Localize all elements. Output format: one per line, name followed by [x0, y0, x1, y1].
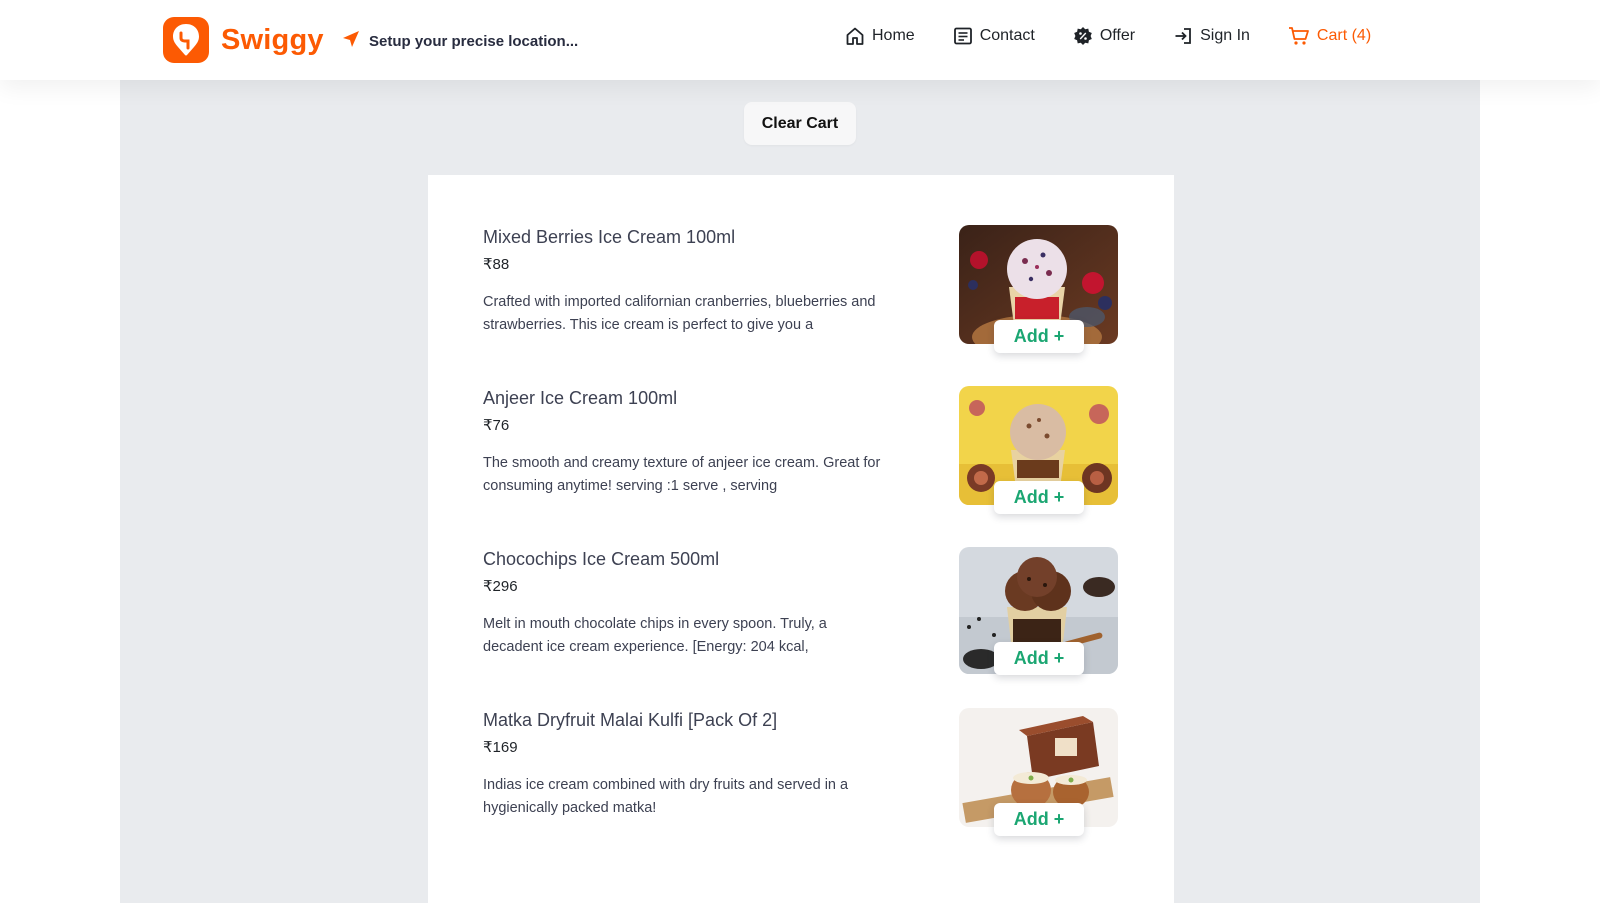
brand-logo[interactable]: Swiggy [163, 17, 324, 63]
item-name: Chocochips Ice Cream 500ml [483, 549, 720, 569]
clear-cart-button[interactable]: Clear Cart [744, 102, 856, 145]
add-button[interactable]: Add + [994, 803, 1084, 836]
home-icon [845, 26, 865, 46]
cart-item: Chocochips Ice Cream 500ml ₹296 Melt in … [428, 497, 1174, 675]
cart-item: Anjeer Ice Cream 100ml ₹76 The smooth an… [428, 336, 1174, 514]
item-name: Anjeer Ice Cream 100ml [483, 388, 678, 408]
cart-item: Mixed Berries Ice Cream 100ml ₹88 Crafte… [428, 175, 1174, 353]
nav-contact[interactable]: Contact [953, 26, 1035, 46]
nav-cart-label: Cart (4) [1316, 27, 1372, 44]
offer-icon [1073, 26, 1093, 46]
navigation-arrow-icon [342, 30, 360, 53]
item-price: ₹76 [483, 417, 510, 434]
item-description: Crafted with imported californian cranbe… [483, 294, 876, 333]
nav-offer[interactable]: Offer [1073, 26, 1135, 46]
main-nav: Home Contact Offer Sign In Cart (4) [845, 26, 1371, 46]
cart-item: Matka Dryfruit Malai Kulfi [Pack Of 2] ₹… [428, 658, 1174, 836]
nav-sign-in[interactable]: Sign In [1173, 26, 1250, 46]
location-selector[interactable]: Setup your precise location... [342, 30, 578, 53]
nav-sign-in-label: Sign In [1200, 27, 1250, 44]
location-prompt: Setup your precise location... [369, 33, 579, 50]
cart-panel: Mixed Berries Ice Cream 100ml ₹88 Crafte… [428, 175, 1174, 903]
item-description: The smooth and creamy texture of anjeer … [483, 455, 881, 494]
item-description: Melt in mouth chocolate chips in every s… [483, 616, 827, 655]
nav-cart[interactable]: Cart (4) [1288, 26, 1371, 46]
top-header: Swiggy Setup your precise location... Ho… [0, 0, 1600, 80]
item-price: ₹296 [483, 578, 518, 595]
nav-home[interactable]: Home [845, 26, 915, 46]
cart-icon [1288, 26, 1310, 46]
contact-icon [953, 26, 973, 46]
item-name: Mixed Berries Ice Cream 100ml [483, 227, 736, 247]
brand-name: Swiggy [221, 23, 324, 56]
item-description: Indias ice cream combined with dry fruit… [483, 777, 849, 816]
nav-contact-label: Contact [979, 27, 1035, 44]
item-name: Matka Dryfruit Malai Kulfi [Pack Of 2] [483, 710, 778, 730]
sign-in-icon [1173, 26, 1193, 46]
nav-offer-label: Offer [1099, 27, 1136, 44]
nav-home-label: Home [872, 27, 915, 44]
item-price: ₹88 [483, 256, 510, 273]
swiggy-logo-icon [163, 17, 209, 63]
item-price: ₹169 [483, 739, 518, 756]
